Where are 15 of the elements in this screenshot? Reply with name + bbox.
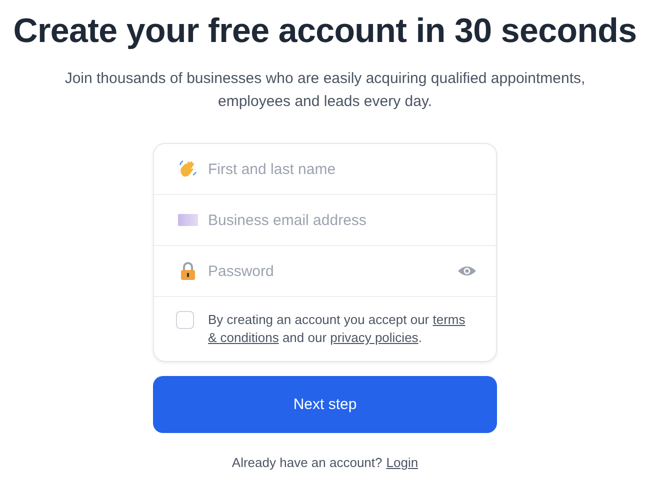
subtitle: Join thousands of businesses who are easily acquiring qualified appointments, employees and leads every day.	[64, 69, 586, 112]
padlock-icon	[178, 261, 198, 281]
login-prompt: Already have an account?	[232, 455, 382, 470]
password-field[interactable]: Password	[208, 262, 448, 280]
show-password-eye-icon[interactable]	[458, 265, 476, 277]
next-step-button[interactable]: Next step	[153, 376, 497, 433]
email-field[interactable]: Business email address	[208, 212, 476, 228]
consent-text: By creating an account you accept our terms & conditions and our privacy policies.	[208, 311, 466, 347]
consent-checkbox[interactable]	[176, 311, 194, 329]
name-field[interactable]: First and last name	[208, 160, 476, 178]
envelope-icon	[178, 213, 198, 227]
privacy-link[interactable]: privacy policies	[330, 330, 418, 345]
login-link[interactable]: Login	[386, 455, 418, 470]
page-heading: Create your free account in 30 seconds	[13, 12, 637, 51]
waving-hand-icon	[178, 159, 198, 179]
